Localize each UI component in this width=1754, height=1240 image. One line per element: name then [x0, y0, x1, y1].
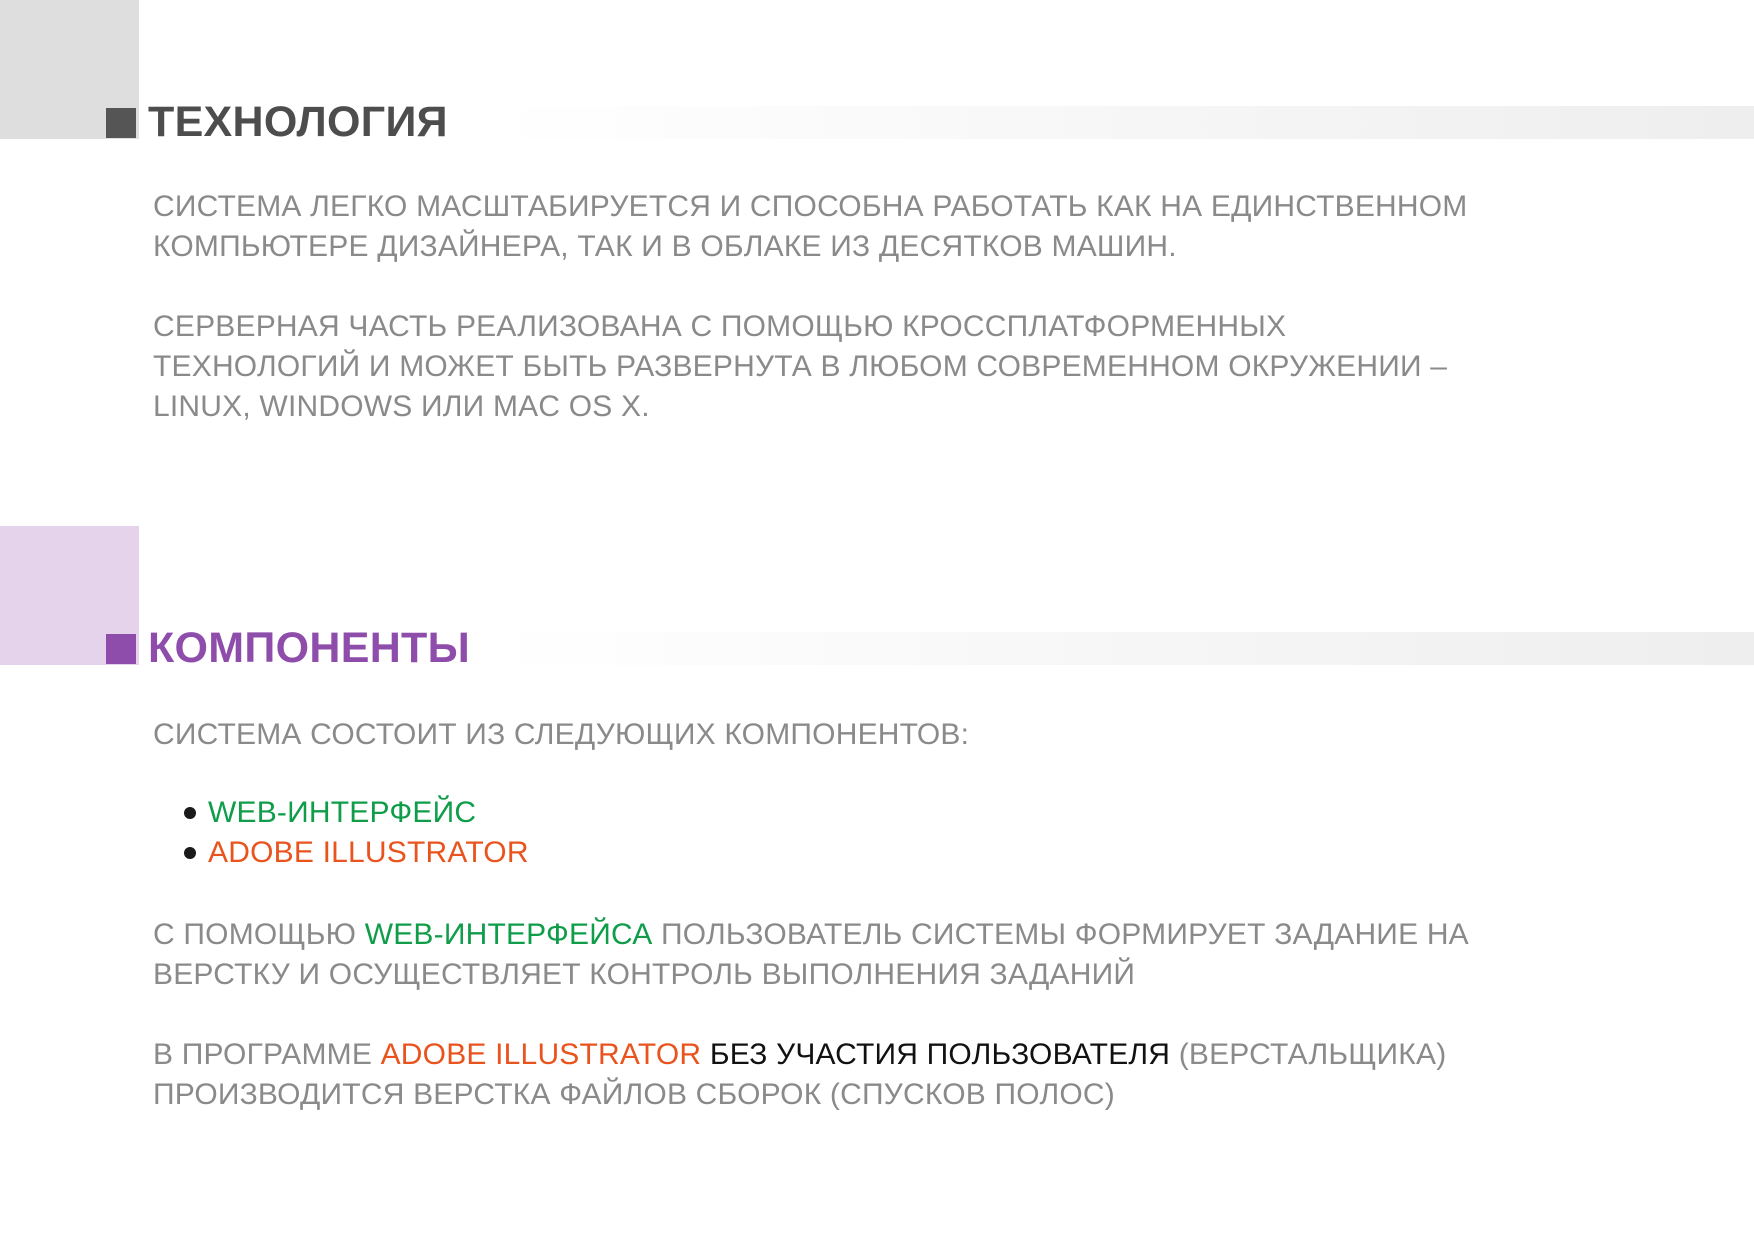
- paragraph-text: С ПОМОЩЬЮ: [153, 918, 365, 951]
- paragraph-line: СЕРВЕРНАЯ ЧАСТЬ РЕАЛИЗОВАНА С ПОМОЩЬЮ КР…: [153, 310, 1287, 343]
- square-marker-icon: [106, 633, 136, 664]
- highlight-adobe-illustrator: ADOBE ILLUSTRATOR: [380, 1038, 702, 1071]
- bullet-icon: [184, 847, 196, 859]
- section-title-components: КОМПОНЕНТЫ: [106, 624, 471, 672]
- list-item: WEB-ИНТЕРФЕЙС: [184, 793, 529, 833]
- components-paragraph-illustrator: В ПРОГРАММЕ ADOBE ILLUSTRATOR БЕЗ УЧАСТИ…: [153, 1035, 1653, 1115]
- technology-paragraph-server: СЕРВЕРНАЯ ЧАСТЬ РЕАЛИЗОВАНА С ПОМОЩЬЮ КР…: [153, 307, 1653, 427]
- components-intro: СИСТЕМА СОСТОИТ ИЗ СЛЕДУЮЩИХ КОМПОНЕНТОВ…: [153, 718, 970, 751]
- paragraph-line: ВЕРСТКУ И ОСУЩЕСТВЛЯЕТ КОНТРОЛЬ ВЫПОЛНЕН…: [153, 958, 1136, 991]
- paragraph-line: LINUX, WINDOWS ИЛИ MAC OS X.: [153, 390, 650, 423]
- emphasis-without-user: БЕЗ УЧАСТИЯ ПОЛЬЗОВАТЕЛЯ: [701, 1038, 1171, 1071]
- highlight-web-interface: WEB-ИНТЕРФЕЙСА: [364, 918, 653, 951]
- bullet-icon: [184, 807, 196, 819]
- square-marker-icon: [106, 107, 136, 138]
- section-title-technology: ТЕХНОЛОГИЯ: [106, 98, 448, 146]
- paragraph-text: ПОЛЬЗОВАТЕЛЬ СИСТЕМЫ ФОРМИРУЕТ ЗАДАНИЕ Н…: [652, 918, 1469, 951]
- component-adobe-illustrator: ADOBE ILLUSTRATOR: [208, 836, 529, 869]
- components-paragraph-web: С ПОМОЩЬЮ WEB-ИНТЕРФЕЙСА ПОЛЬЗОВАТЕЛЬ СИ…: [153, 915, 1653, 995]
- paragraph-line: ПРОИЗВОДИТСЯ ВЕРСТКА ФАЙЛОВ СБОРОК (СПУС…: [153, 1078, 1115, 1111]
- paragraph-line: СИСТЕМА ЛЕГКО МАСШТАБИРУЕТСЯ И СПОСОБНА …: [153, 190, 1468, 223]
- section-title-text: КОМПОНЕНТЫ: [148, 624, 471, 672]
- paragraph-line: ТЕХНОЛОГИЙ И МОЖЕТ БЫТЬ РАЗВЕРНУТА В ЛЮБ…: [153, 350, 1448, 383]
- component-web-interface: WEB-ИНТЕРФЕЙС: [208, 796, 477, 829]
- list-item: ADOBE ILLUSTRATOR: [184, 833, 529, 873]
- paragraph-text: В ПРОГРАММЕ: [153, 1038, 381, 1071]
- technology-paragraph-scaling: СИСТЕМА ЛЕГКО МАСШТАБИРУЕТСЯ И СПОСОБНА …: [153, 187, 1653, 267]
- section-title-text: ТЕХНОЛОГИЯ: [148, 98, 448, 146]
- components-list: WEB-ИНТЕРФЕЙС ADOBE ILLUSTRATOR: [184, 793, 529, 873]
- paragraph-line: КОМПЬЮТЕРЕ ДИЗАЙНЕРА, ТАК И В ОБЛАКЕ ИЗ …: [153, 230, 1177, 263]
- paragraph-text: (ВЕРСТАЛЬЩИКА): [1170, 1038, 1447, 1071]
